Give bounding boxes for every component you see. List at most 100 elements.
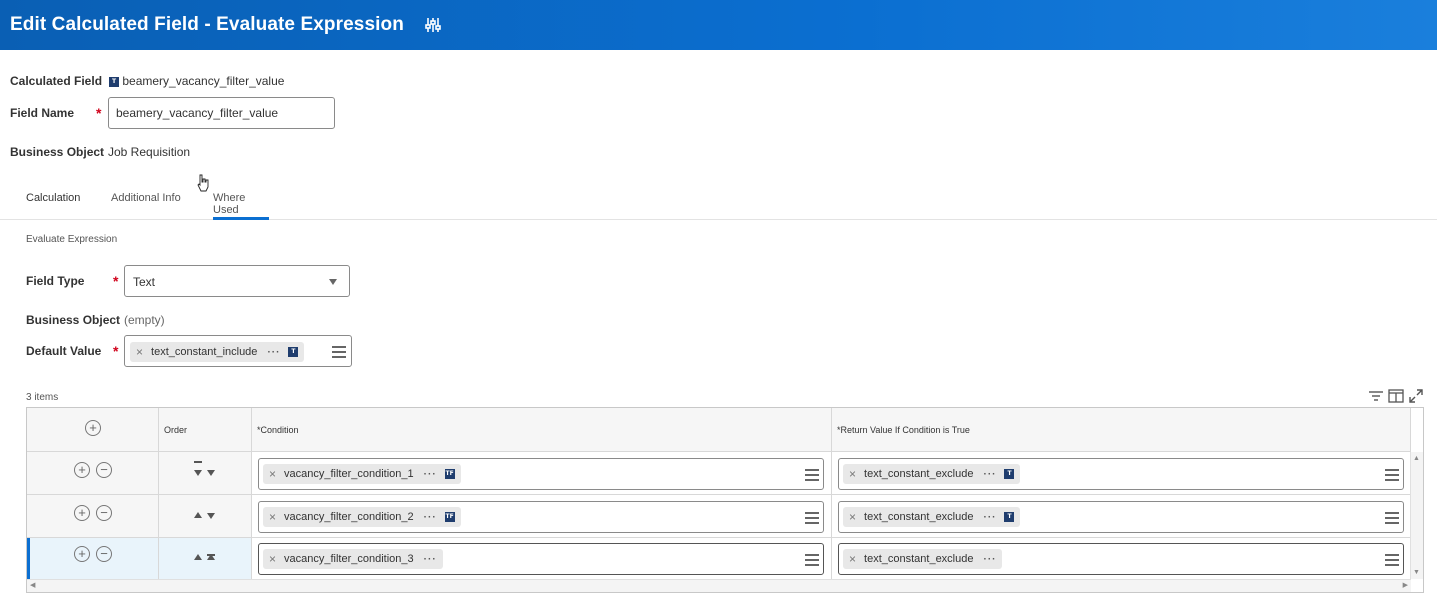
grid-header-actions: + — [27, 408, 159, 451]
list-icon[interactable] — [1385, 469, 1399, 481]
remove-icon[interactable]: × — [849, 510, 856, 524]
row-actions: + − — [27, 495, 159, 537]
chevron-down-icon — [329, 279, 337, 285]
required-asterisk: * — [113, 343, 119, 359]
required-asterisk: * — [96, 105, 102, 121]
tab-additional-info[interactable]: Additional Info — [111, 192, 181, 220]
true-false-type-icon: TF — [444, 469, 455, 479]
more-icon[interactable]: ··· — [267, 347, 280, 358]
more-icon[interactable]: ··· — [983, 554, 996, 565]
tab-calculation-label: Calculation — [26, 192, 81, 204]
add-row-icon[interactable]: + — [85, 420, 101, 436]
condition-input[interactable]: × vacancy_filter_condition_2 ··· TF — [258, 501, 824, 533]
list-icon[interactable] — [805, 512, 819, 524]
add-row-icon[interactable]: + — [74, 546, 90, 562]
remove-icon[interactable]: × — [269, 467, 276, 481]
list-icon[interactable] — [1385, 554, 1399, 566]
add-row-icon[interactable]: + — [74, 462, 90, 478]
field-name-input[interactable]: beamery_vacancy_filter_value — [108, 97, 335, 129]
return-input[interactable]: × text_constant_exclude ··· T — [838, 501, 1404, 533]
list-icon[interactable] — [1385, 512, 1399, 524]
expand-icon[interactable] — [1408, 389, 1424, 403]
business-object-2-value: (empty) — [124, 313, 165, 327]
move-up-icon[interactable] — [194, 505, 202, 523]
filter-icon[interactable] — [1368, 389, 1384, 403]
remove-icon[interactable]: × — [269, 510, 276, 524]
scroll-left-icon[interactable]: ◀ — [30, 581, 35, 589]
conditions-grid: + Order *Condition *Return Value If Cond… — [26, 407, 1424, 593]
list-icon[interactable] — [805, 469, 819, 481]
tab-where-used[interactable]: Where Used — [213, 192, 269, 220]
more-icon[interactable]: ··· — [424, 469, 437, 480]
tab-calculation[interactable]: Calculation — [26, 192, 81, 220]
row-order — [159, 495, 252, 537]
remove-row-icon[interactable]: − — [96, 505, 112, 521]
text-type-icon: T — [1004, 469, 1015, 479]
row-condition: × vacancy_filter_condition_3 ··· — [252, 538, 832, 580]
table-row-selected: + − × vacancy_filter_condition_3 ··· × t… — [27, 538, 1411, 581]
grid-header-row: + Order *Condition *Return Value If Cond… — [27, 408, 1411, 452]
condition-pill[interactable]: × vacancy_filter_condition_1 ··· TF — [263, 464, 461, 484]
columns-icon[interactable] — [1388, 389, 1404, 403]
remove-icon[interactable]: × — [849, 552, 856, 566]
move-top-icon[interactable] — [207, 547, 215, 565]
condition-pill[interactable]: × vacancy_filter_condition_2 ··· TF — [263, 507, 461, 527]
scroll-down-icon[interactable]: ▼ — [1413, 569, 1420, 576]
scroll-up-icon[interactable]: ▲ — [1413, 455, 1420, 462]
list-icon[interactable] — [805, 554, 819, 566]
condition-input[interactable]: × vacancy_filter_condition_3 ··· — [258, 543, 824, 575]
row-condition: × vacancy_filter_condition_2 ··· TF — [252, 495, 832, 537]
return-pill[interactable]: × text_constant_exclude ··· T — [843, 464, 1021, 484]
move-up-icon[interactable] — [194, 547, 202, 565]
scroll-right-icon[interactable]: ▶ — [1403, 581, 1408, 589]
calculated-field-label: Calculated Field — [10, 74, 103, 88]
condition-input[interactable]: × vacancy_filter_condition_1 ··· TF — [258, 458, 824, 490]
remove-icon[interactable]: × — [849, 467, 856, 481]
more-icon[interactable]: ··· — [424, 512, 437, 523]
row-actions: + − — [27, 538, 159, 580]
text-type-icon: T — [1004, 512, 1015, 522]
tab-bar: Calculation Additional Info Where Used — [0, 180, 1437, 220]
grid-header-order: Order — [159, 408, 252, 451]
calculated-field-value[interactable]: T beamery_vacancy_filter_value — [109, 74, 284, 88]
remove-row-icon[interactable]: − — [96, 462, 112, 478]
row-return: × text_constant_exclude ··· T — [832, 452, 1411, 494]
move-down-icon[interactable] — [207, 463, 215, 481]
return-input[interactable]: × text_constant_exclude ··· — [838, 543, 1404, 575]
tab-underline — [213, 217, 269, 220]
move-down-icon[interactable] — [207, 506, 215, 524]
default-value-text: text_constant_include — [151, 346, 258, 358]
return-pill[interactable]: × text_constant_exclude ··· T — [843, 507, 1021, 527]
more-icon[interactable]: ··· — [983, 512, 996, 523]
default-value-pill[interactable]: × text_constant_include ··· T — [130, 342, 305, 362]
row-actions: + − — [27, 452, 159, 494]
default-value-input[interactable]: × text_constant_include ··· T — [124, 335, 352, 367]
return-pill[interactable]: × text_constant_exclude ··· — [843, 549, 1003, 569]
text-type-icon: T — [109, 76, 119, 87]
remove-icon[interactable]: × — [269, 552, 276, 566]
field-name-label: Field Name — [10, 106, 75, 120]
sliders-icon[interactable] — [424, 16, 442, 34]
return-text: text_constant_exclude — [864, 511, 974, 523]
table-row: + − × vacancy_filter_condition_2 ··· TF … — [27, 495, 1411, 538]
field-type-label: Field Type — [26, 274, 85, 288]
add-row-icon[interactable]: + — [74, 505, 90, 521]
return-input[interactable]: × text_constant_exclude ··· T — [838, 458, 1404, 490]
default-value-label: Default Value — [26, 344, 102, 358]
list-icon[interactable] — [332, 346, 346, 358]
business-object-value: Job Requisition — [108, 145, 191, 159]
order-header: Order — [164, 425, 188, 435]
grid-header-return: *Return Value If Condition is True — [832, 408, 1411, 451]
more-icon[interactable]: ··· — [983, 469, 996, 480]
field-type-select[interactable]: Text — [124, 265, 350, 297]
more-icon[interactable]: ··· — [424, 554, 437, 565]
calculated-field-text: beamery_vacancy_filter_value — [122, 74, 285, 88]
horizontal-scrollbar[interactable]: ◀ ▶ — [27, 579, 1411, 592]
move-top-bar — [207, 554, 215, 556]
remove-row-icon[interactable]: − — [96, 546, 112, 562]
vertical-scrollbar[interactable]: ▲ ▼ — [1410, 452, 1423, 579]
condition-text: vacancy_filter_condition_2 — [284, 511, 414, 523]
move-bottom-icon[interactable] — [194, 463, 202, 481]
remove-icon[interactable]: × — [136, 345, 143, 359]
condition-pill[interactable]: × vacancy_filter_condition_3 ··· — [263, 549, 443, 569]
